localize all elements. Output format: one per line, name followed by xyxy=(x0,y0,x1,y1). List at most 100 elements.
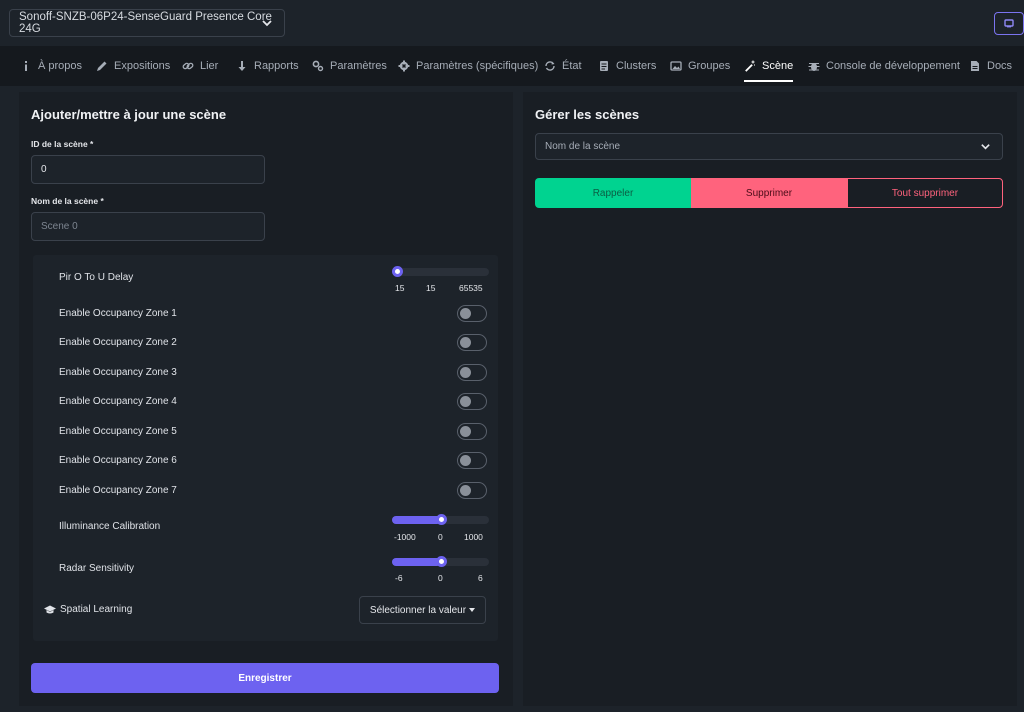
chevron-down-icon xyxy=(981,144,990,150)
file-icon xyxy=(971,61,979,71)
scene-name-select[interactable]: Nom de la scène xyxy=(535,133,1003,160)
zone-7-label: Enable Occupancy Zone 7 xyxy=(59,485,177,496)
slider-value: 0 xyxy=(438,573,443,583)
tab-scene[interactable]: Scène xyxy=(744,46,794,86)
add-scene-title: Ajouter/mettre à jour une scène xyxy=(31,107,227,122)
select-placeholder: Nom de la scène xyxy=(545,141,621,152)
toggle-knob xyxy=(460,396,471,407)
tab-label: Console de développement xyxy=(826,60,960,72)
monitor-icon xyxy=(1004,19,1014,28)
zone-3-label: Enable Occupancy Zone 3 xyxy=(59,367,177,378)
scene-actions: Rappeler Supprimer Tout supprimer xyxy=(535,178,1003,208)
zone-1-toggle[interactable] xyxy=(457,305,487,322)
zone-5-label: Enable Occupancy Zone 5 xyxy=(59,426,177,437)
scene-name-input[interactable]: Scene 0 xyxy=(31,212,265,241)
device-name: Sonoff-SNZB-06P24-SenseGuard Presence Co… xyxy=(19,11,272,35)
tab-label: Paramètres xyxy=(330,60,387,72)
link-icon xyxy=(182,62,194,70)
tab-label: Docs xyxy=(987,60,1013,72)
save-button[interactable]: Enregistrer xyxy=(31,663,499,693)
slider-max: 6 xyxy=(478,573,483,583)
illuminance-label: Illuminance Calibration xyxy=(59,521,161,532)
tab-label: À propos xyxy=(38,60,83,72)
slider-thumb[interactable] xyxy=(392,266,403,277)
cogs-icon xyxy=(312,60,324,72)
zone-4-toggle[interactable] xyxy=(457,393,487,410)
slider-max: 1000 xyxy=(464,532,483,542)
slider-thumb[interactable] xyxy=(435,556,447,567)
toggle-knob xyxy=(460,485,471,496)
zone-4-label: Enable Occupancy Zone 4 xyxy=(59,396,177,407)
zone-3-toggle[interactable] xyxy=(457,364,487,381)
tab-console-developpement[interactable]: Console de développement xyxy=(808,46,960,86)
chevron-down-icon xyxy=(262,20,272,27)
tab-label: Groupes xyxy=(688,60,731,72)
spatial-learning-label: Spatial Learning xyxy=(60,604,133,615)
tab-parametres[interactable]: Paramètres xyxy=(312,46,387,86)
device-tabs: À propos Expositions Lier Rapports Param… xyxy=(0,46,1024,86)
scene-id-label: ID de la scène * xyxy=(31,139,94,149)
zone-2-label: Enable Occupancy Zone 2 xyxy=(59,337,177,348)
bug-icon xyxy=(808,63,820,71)
monitor-button[interactable] xyxy=(994,12,1024,35)
slider-min: -6 xyxy=(395,573,403,583)
zone-7-toggle[interactable] xyxy=(457,482,487,499)
tab-docs[interactable]: Docs xyxy=(969,46,1012,86)
arrow-down-icon xyxy=(238,61,246,71)
toggle-knob xyxy=(460,367,471,378)
tab-label: Rapports xyxy=(254,60,299,72)
tab-rapports[interactable]: Rapports xyxy=(236,46,299,86)
slider-max: 65535 xyxy=(459,283,483,293)
sync-icon xyxy=(545,61,555,71)
zone-2-toggle[interactable] xyxy=(457,334,487,351)
magic-wand-icon xyxy=(745,60,755,72)
radar-slider[interactable] xyxy=(392,556,489,567)
slider-value: 15 xyxy=(426,283,436,293)
delete-button[interactable]: Supprimer xyxy=(691,178,847,208)
tab-label: Expositions xyxy=(114,60,171,72)
spatial-learning-select[interactable]: Sélectionner la valeur xyxy=(359,596,486,624)
slider-fill xyxy=(392,516,441,524)
tab-label: Clusters xyxy=(616,60,657,72)
top-bar: Sonoff-SNZB-06P24-SenseGuard Presence Co… xyxy=(0,0,1024,46)
slider-min: -1000 xyxy=(394,532,416,542)
zone-6-label: Enable Occupancy Zone 6 xyxy=(59,455,177,466)
zone-1-label: Enable Occupancy Zone 1 xyxy=(59,308,177,319)
gear-icon xyxy=(398,60,410,72)
device-select[interactable]: Sonoff-SNZB-06P24-SenseGuard Presence Co… xyxy=(9,9,285,37)
pencil-icon xyxy=(97,61,107,71)
toggle-knob xyxy=(460,455,471,466)
pir-delay-label: Pir O To U Delay xyxy=(59,272,134,283)
recall-button[interactable]: Rappeler xyxy=(535,178,691,208)
manage-scenes-title: Gérer les scènes xyxy=(535,107,640,122)
tab-parametres-specifiques[interactable]: Paramètres (spécifiques) xyxy=(398,46,538,86)
caret-down-icon xyxy=(469,608,476,612)
tab-lier[interactable]: Lier xyxy=(182,46,218,86)
tab-clusters[interactable]: Clusters xyxy=(598,46,656,86)
toggle-knob xyxy=(460,308,471,319)
tab-groupes[interactable]: Groupes xyxy=(670,46,730,86)
image-icon xyxy=(670,61,682,71)
pir-delay-slider[interactable] xyxy=(392,266,489,277)
info-icon xyxy=(25,61,27,71)
tab-label: Scène xyxy=(762,60,794,72)
scene-id-input[interactable]: 0 xyxy=(31,155,265,184)
scene-name-label: Nom de la scène * xyxy=(31,196,104,206)
radar-label: Radar Sensitivity xyxy=(59,563,135,574)
document-icon xyxy=(600,61,608,71)
tab-etat[interactable]: État xyxy=(544,46,582,86)
slider-fill xyxy=(392,558,441,566)
zone-6-toggle[interactable] xyxy=(457,452,487,469)
delete-all-button[interactable]: Tout supprimer xyxy=(847,178,1003,208)
tab-label: Lier xyxy=(200,60,219,72)
slider-value: 0 xyxy=(438,532,443,542)
select-label: Sélectionner la valeur xyxy=(369,604,467,616)
tab-expositions[interactable]: Expositions xyxy=(96,46,170,86)
tab-a-propos[interactable]: À propos xyxy=(20,46,82,86)
slider-min: 15 xyxy=(395,283,405,293)
zone-5-toggle[interactable] xyxy=(457,423,487,440)
illuminance-slider[interactable] xyxy=(392,514,489,525)
toggle-knob xyxy=(460,337,471,348)
slider-thumb[interactable] xyxy=(435,514,447,525)
tab-label: État xyxy=(562,60,582,72)
